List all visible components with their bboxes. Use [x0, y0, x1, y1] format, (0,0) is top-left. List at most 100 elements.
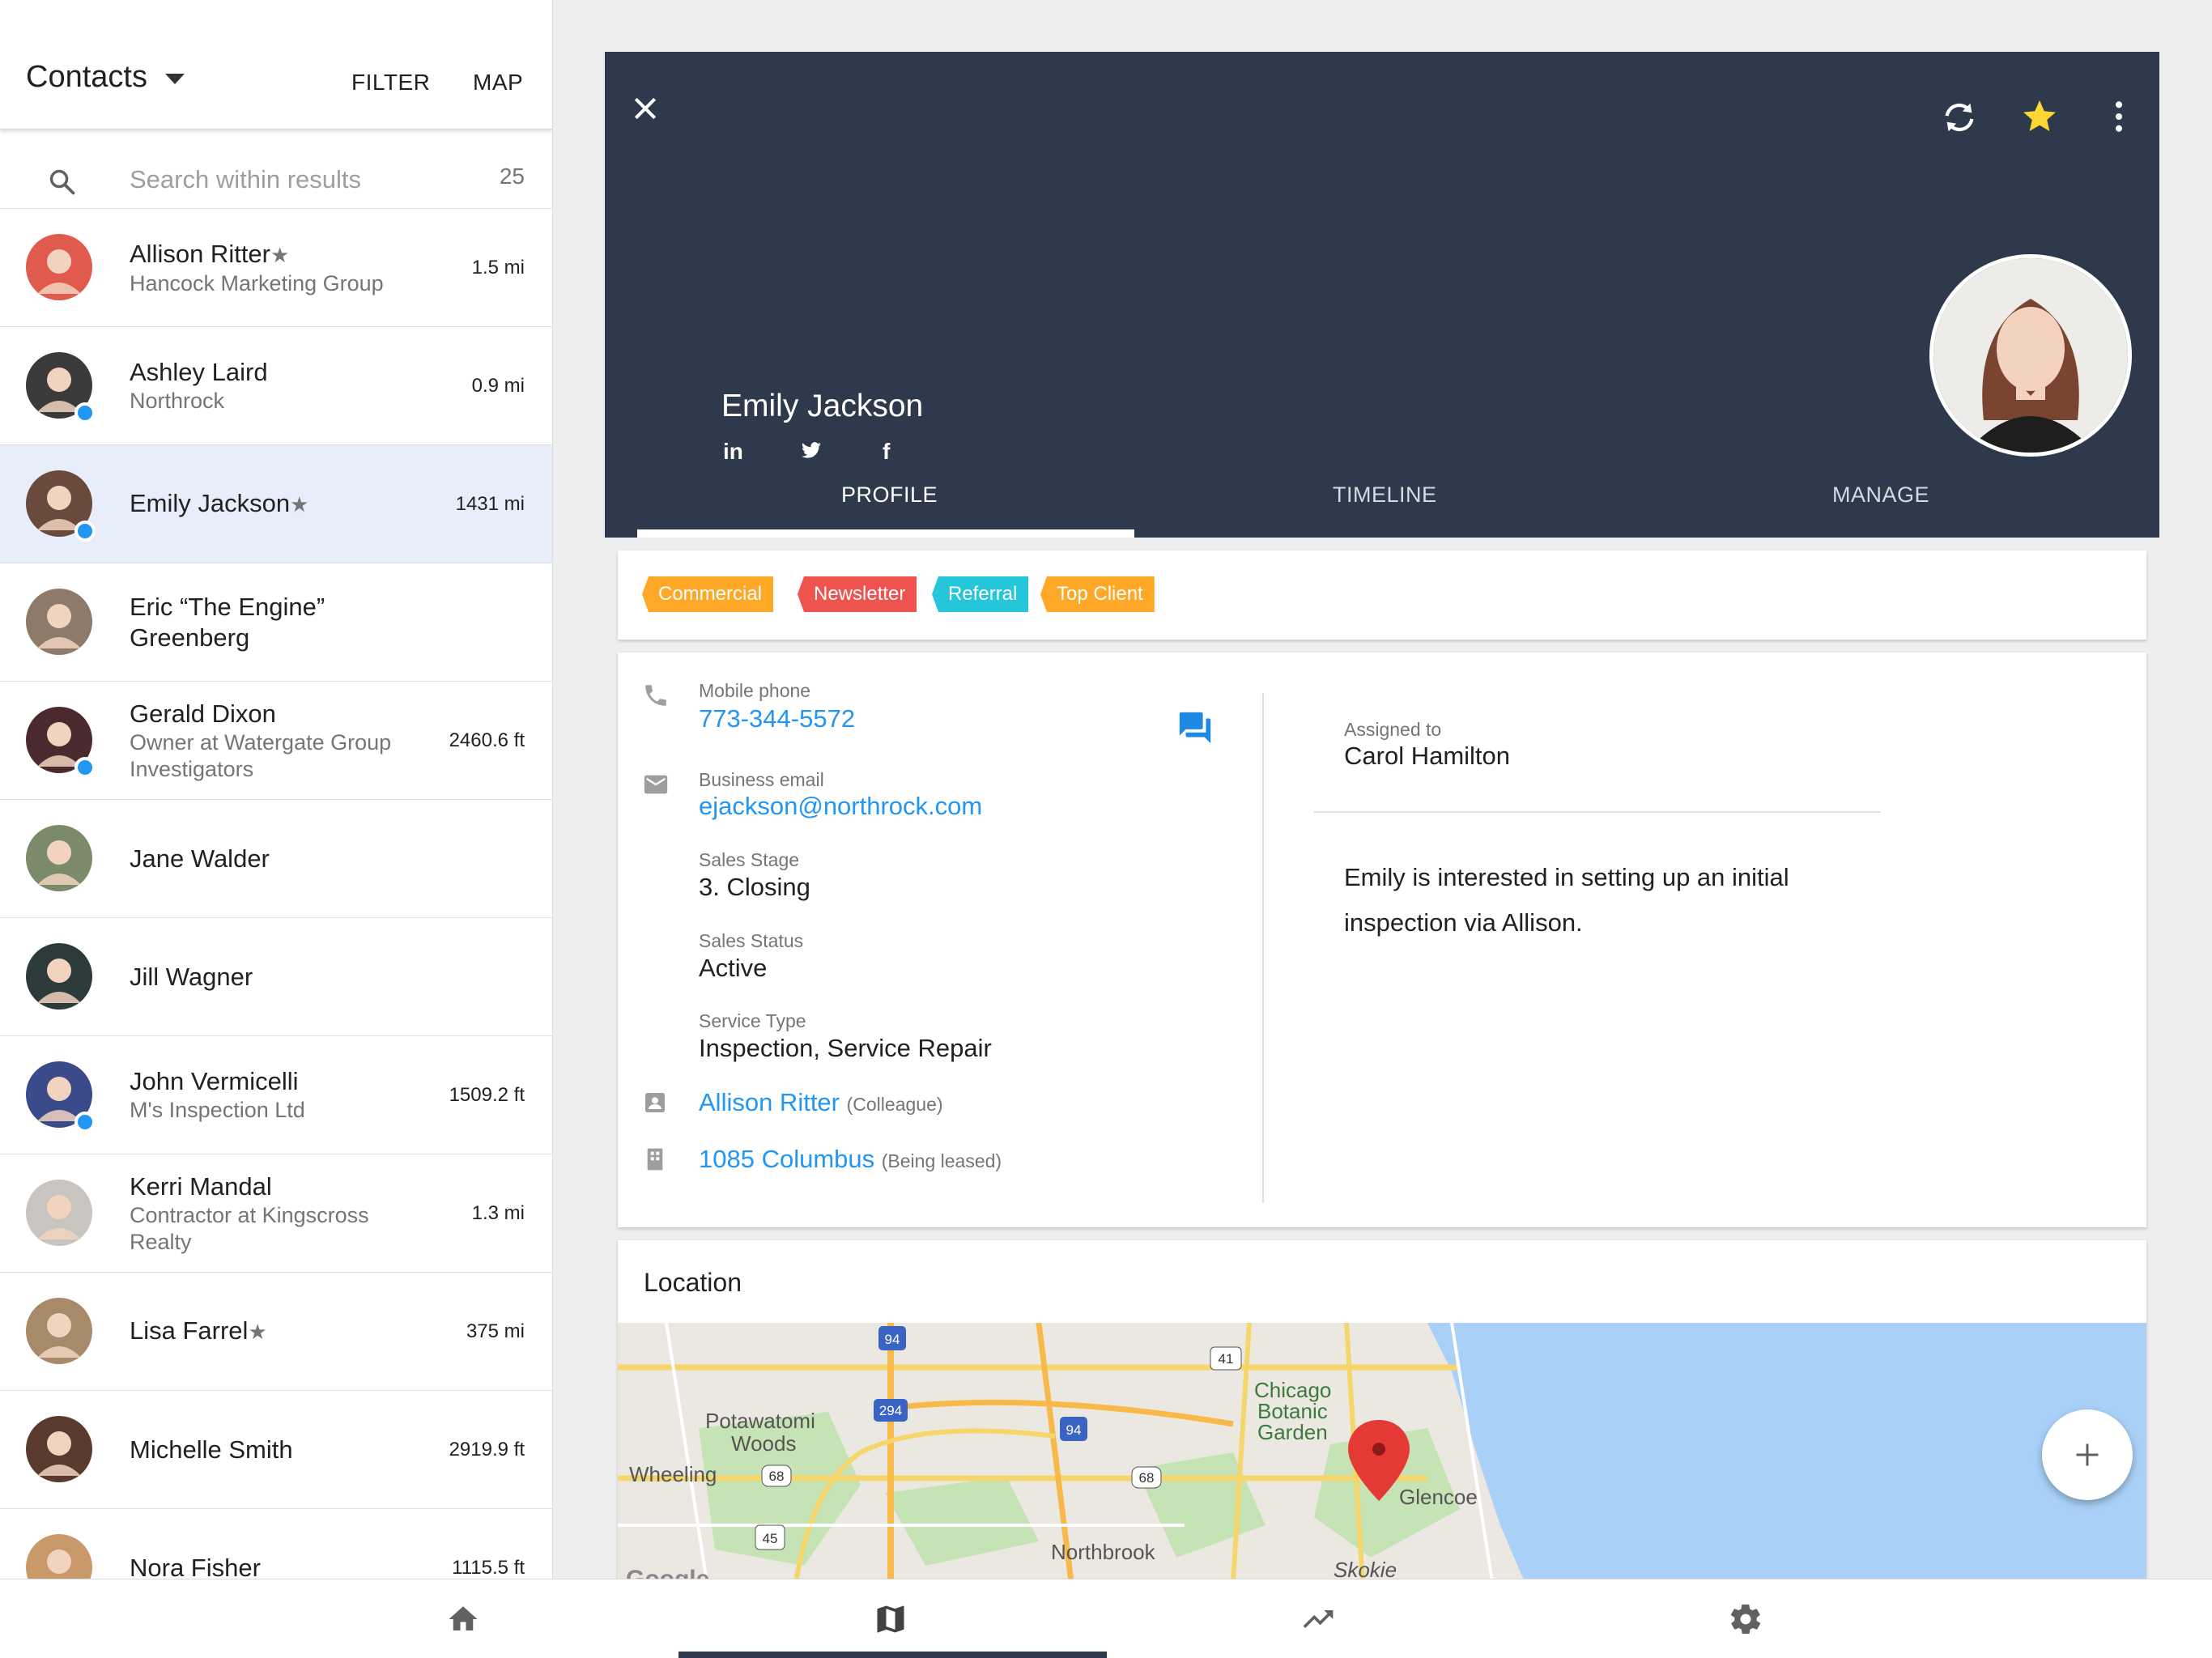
star-icon: ★: [248, 1320, 267, 1344]
email-icon: [644, 775, 668, 794]
online-status-dot: [74, 402, 96, 423]
location-map[interactable]: 94 294 94 41 68 68 45 Potawatomi Woods W…: [618, 1323, 2146, 1580]
vertical-divider: [1262, 693, 1264, 1203]
linkedin-icon[interactable]: in: [723, 439, 743, 465]
profile-name: Emily Jackson: [721, 389, 924, 423]
tag-newsletter[interactable]: Newsletter: [798, 576, 917, 612]
search-icon: [49, 169, 75, 195]
contact-note: Emily is interested in setting up an ini…: [1344, 863, 1789, 937]
horizontal-divider: [1314, 811, 1881, 813]
trending-icon: [1303, 1610, 1334, 1628]
facebook-icon[interactable]: f: [883, 439, 890, 465]
contact-name: Gerald Dixon: [130, 699, 276, 728]
colleague-link[interactable]: Allison Ritter: [699, 1088, 840, 1116]
chat-icon[interactable]: [1176, 709, 1214, 746]
online-status-dot: [74, 757, 96, 778]
service-type-label: Service Type: [699, 1010, 806, 1031]
online-status-dot: [74, 1112, 96, 1133]
contact-distance: 1.5 mi: [471, 256, 525, 278]
svg-text:94: 94: [885, 1332, 900, 1347]
contact-row[interactable]: Emily Jackson★ 1431 mi: [0, 445, 552, 563]
contact-name: Michelle Smith: [130, 1435, 293, 1464]
sync-icon[interactable]: [1941, 99, 1978, 136]
contacts-header: Contacts FILTER MAP: [0, 0, 552, 130]
close-icon[interactable]: [629, 92, 661, 125]
map-label: Potawatomi: [705, 1409, 815, 1433]
contact-row[interactable]: Jane Walder: [0, 800, 552, 918]
contact-row[interactable]: Allison Ritter★ Hancock Marketing Group …: [0, 209, 552, 327]
property-link[interactable]: 1085 Columbus: [699, 1145, 874, 1173]
svg-text:45: 45: [763, 1531, 778, 1546]
avatar: [26, 234, 92, 300]
contact-row[interactable]: Eric “The Engine” Greenberg: [0, 563, 552, 682]
mobile-label: Mobile phone: [699, 680, 811, 701]
map-button[interactable]: MAP: [473, 70, 523, 96]
contacts-panel: Contacts FILTER MAP 25 Allison Ritter★ H…: [0, 0, 553, 1579]
avatar: [26, 1416, 92, 1482]
contact-row[interactable]: Ashley Laird Northrock 0.9 mi: [0, 327, 552, 445]
avatar: [26, 825, 92, 891]
contact-row[interactable]: Nora Fisher 1115.5 ft: [0, 1509, 552, 1579]
contact-distance: 375 mi: [466, 1320, 525, 1342]
avatar: [26, 943, 92, 1010]
contact-subtitle: Owner at Watergate Group Investigators: [130, 729, 392, 781]
contacts-dropdown[interactable]: Contacts: [26, 60, 185, 95]
tab-timeline[interactable]: TIMELINE: [1333, 483, 1437, 508]
tag-referral[interactable]: Referral: [932, 576, 1029, 612]
contact-row[interactable]: John Vermicelli M's Inspection Ltd 1509.…: [0, 1036, 552, 1154]
email-value[interactable]: ejackson@northrock.com: [699, 792, 982, 821]
contact-subtitle: Contractor at Kingscross Realty: [130, 1202, 369, 1254]
avatar: [26, 1298, 92, 1364]
property-status: (Being leased): [881, 1150, 1002, 1171]
sales-status-value: Active: [699, 954, 768, 982]
contact-subtitle: Northrock: [130, 389, 225, 413]
settings-icon: [1730, 1604, 1761, 1635]
home-icon: [449, 1606, 478, 1630]
search-input[interactable]: [130, 165, 470, 194]
bottom-navigation: [0, 1579, 2212, 1658]
contact-card-icon: [645, 1093, 665, 1112]
filter-button[interactable]: FILTER: [351, 70, 430, 96]
profile-header: Emily Jackson in f PROFILE TIMELINE MANA…: [605, 52, 2159, 538]
contact-row[interactable]: Michelle Smith 2919.9 ft: [0, 1391, 552, 1509]
star-favorite-icon[interactable]: [2020, 97, 2059, 136]
contacts-title: Contacts: [26, 60, 147, 94]
tab-manage[interactable]: MANAGE: [1832, 483, 1929, 508]
map-label: Northbrook: [1051, 1540, 1156, 1564]
contact-name: Jill Wagner: [130, 962, 253, 991]
mobile-value[interactable]: 773-344-5572: [699, 704, 855, 733]
location-title: Location: [644, 1268, 742, 1297]
tag-commercial[interactable]: Commercial: [642, 576, 774, 612]
contact-name: Ashley Laird: [130, 358, 268, 386]
more-vert-icon[interactable]: [2103, 99, 2135, 134]
contact-name: John Vermicelli: [130, 1067, 299, 1095]
email-label: Business email: [699, 769, 824, 790]
location-card: Location 94 294 94 41 68 68 45 Potawatom…: [618, 1240, 2146, 1580]
phone-icon: [645, 685, 666, 706]
nav-map[interactable]: [810, 1579, 972, 1658]
contact-row[interactable]: Kerri Mandal Contractor at Kingscross Re…: [0, 1154, 552, 1273]
tag-top-client[interactable]: Top Client: [1040, 576, 1155, 612]
avatar: [26, 1180, 92, 1246]
contact-distance: 2460.6 ft: [449, 729, 525, 751]
contact-name: Jane Walder: [130, 844, 270, 873]
result-count: 25: [499, 164, 525, 189]
contact-name: Emily Jackson: [130, 489, 291, 517]
add-button[interactable]: [2042, 1409, 2133, 1500]
search-bar: 25: [0, 130, 552, 209]
twitter-icon[interactable]: [801, 442, 822, 460]
tab-profile[interactable]: PROFILE: [841, 483, 938, 508]
service-type-value: Inspection, Service Repair: [699, 1034, 992, 1062]
assigned-label: Assigned to: [1344, 719, 1442, 740]
nav-settings[interactable]: [1665, 1579, 1827, 1658]
nav-home[interactable]: [382, 1579, 544, 1658]
contact-distance: 2919.9 ft: [449, 1438, 525, 1460]
contact-subtitle: M's Inspection Ltd: [130, 1098, 305, 1122]
contact-row[interactable]: Jill Wagner: [0, 918, 552, 1036]
contact-info-card: Mobile phone 773-344-5572 Business email…: [618, 653, 2146, 1227]
tags-card: Commercial Newsletter Referral Top Clien…: [618, 551, 2146, 640]
nav-trending[interactable]: [1237, 1579, 1399, 1658]
contact-distance: 1509.2 ft: [449, 1083, 525, 1106]
contact-row[interactable]: Lisa Farrel★ 375 mi: [0, 1273, 552, 1391]
contact-row[interactable]: Gerald Dixon Owner at Watergate Group In…: [0, 682, 552, 800]
